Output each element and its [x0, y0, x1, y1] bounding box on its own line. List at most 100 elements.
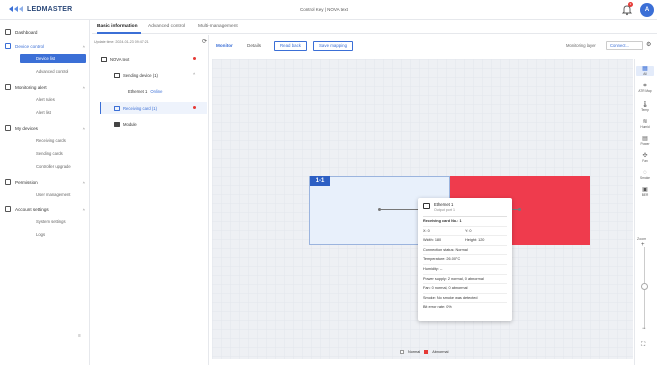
tooltip-position: X: 0 Y: 0 [423, 225, 507, 236]
tool-label: Temp [641, 108, 649, 112]
refresh-icon[interactable]: ⟳ [202, 38, 207, 45]
collapse-sidebar-icon[interactable]: ≡ [78, 333, 81, 339]
module-icon [114, 121, 120, 127]
online-status: Online [150, 88, 163, 94]
tree-node-sending-device[interactable]: Sending device (1) [114, 70, 158, 80]
connection-end-node [518, 208, 521, 211]
tooltip-connection: Connection status: Normal [423, 244, 507, 255]
device-tree-panel [92, 35, 209, 365]
tooltip-width: Width: 180 [423, 238, 442, 243]
details-link[interactable]: Details [247, 43, 261, 48]
tool-label: Smoke [640, 176, 650, 180]
tree-node-module[interactable]: Module [114, 119, 137, 129]
chevron-up-icon: ˄ [82, 84, 85, 90]
active-tab-indicator [97, 32, 141, 34]
zoom-slider-handle[interactable] [641, 282, 648, 290]
sending-device-icon [114, 72, 120, 78]
tab-multi-management[interactable]: Multi-management [198, 24, 238, 29]
fit-screen-icon[interactable]: ⛶ [641, 342, 645, 349]
card-number-tag: 1-1 [310, 176, 330, 186]
notification-badge: 3 [628, 2, 633, 7]
chevron-up-icon: ˄ [82, 179, 85, 185]
sidebar-subitem-user-management[interactable]: User management [20, 190, 86, 199]
sidebar-subitem-logs[interactable]: Logs [20, 230, 86, 239]
sidebar-subitem-receiving-cards[interactable]: Receiving cards [20, 136, 86, 145]
tool-label: Humid [640, 125, 650, 129]
read-back-button[interactable]: Read back [274, 41, 307, 51]
dashboard-icon [5, 29, 11, 35]
alarm-dot [193, 57, 196, 60]
sidebar-item-label: My devices [15, 125, 38, 131]
monitoring-layer-label: Monitoring layer [566, 43, 596, 48]
tab-advanced-control[interactable]: Advanced control [148, 24, 185, 29]
tab-basic-information[interactable]: Basic information [97, 24, 138, 29]
tree-node-label: Ethernet 1 [128, 88, 148, 94]
tool-smoke[interactable]: ◌ Smoke [636, 170, 654, 180]
tooltip-port-sub: Output port 1 [434, 208, 455, 212]
tree-node-ethernet[interactable]: Ethernet 1 Online [128, 86, 162, 96]
sidebar-subitem-advanced-control[interactable]: Advanced control [20, 67, 86, 76]
devices-icon [5, 125, 11, 131]
abnormal-swatch [424, 350, 429, 354]
current-project-title: Control Key | NOVA text [300, 7, 348, 12]
sidebar-item-account-settings[interactable]: Account settings ˄ [5, 204, 85, 214]
sidebar-subitem-sending-cards[interactable]: Sending cards [20, 149, 86, 158]
receiving-card-tooltip: Ethernet 1 Output port 1 Receiving card … [418, 198, 512, 321]
tool-power[interactable]: ▤ Power [636, 136, 654, 146]
receiving-card-icon [114, 105, 120, 111]
tool-label: Fan [642, 159, 648, 163]
connection-start-node [378, 208, 381, 211]
tool-atr-map[interactable]: ⌗ ATR Map [636, 83, 654, 93]
tooltip-smoke: Smoke: No smoke was detected [423, 292, 507, 303]
tree-node-label: Receiving card (1) [123, 105, 157, 111]
tooltip-power: Power supply: 2 normal, 0 abnormal [423, 273, 507, 284]
sidebar-item-dashboard[interactable]: Dashboard [5, 27, 85, 37]
chevron-up-icon: ˄ [82, 43, 85, 49]
tool-label: Power [640, 142, 650, 146]
zoom-out-icon[interactable]: − [642, 326, 646, 332]
tool-temperature[interactable]: 🌡 Temp [636, 102, 654, 112]
sidebar-item-permission[interactable]: Permission ˄ [5, 177, 85, 187]
tool-fan[interactable]: ✣ Fan [636, 153, 654, 163]
tree-node-label: Sending device (1) [123, 72, 158, 78]
monitoring-layer-select[interactable]: Connect... [606, 41, 643, 50]
app-logo[interactable]: LEDMASTER [8, 5, 72, 13]
update-time: Update time: 2024-01-23 09:47:21 [94, 40, 149, 44]
tool-label: BER [641, 193, 649, 197]
sidebar-item-my-devices[interactable]: My devices ˄ [5, 123, 85, 133]
sidebar-subitem-alert-list[interactable]: Alert list [20, 108, 86, 117]
logo-icon [9, 6, 23, 12]
tree-node-label: Module [123, 121, 137, 127]
sidebar-subitem-system-settings[interactable]: System settings [20, 217, 86, 226]
zoom-label: Zoom [637, 237, 647, 241]
sidebar-item-monitoring[interactable]: Monitoring alert ˄ [5, 82, 85, 92]
sidebar-subitem-device-list[interactable]: Device list [20, 54, 86, 63]
sidebar-item-label: Permission [15, 179, 38, 185]
tooltip-size: Width: 180 Height: 120 [423, 235, 507, 245]
tooltip-header: Ethernet 1 Output port 1 [423, 202, 507, 212]
sidebar-item-label: Account settings [15, 206, 49, 212]
tooltip-card-number: Receiving card No.: 1 [423, 216, 507, 226]
tree-node-receiving-card[interactable]: Receiving card (1) [114, 103, 157, 113]
tool-ber[interactable]: ▣ BER [636, 187, 654, 197]
save-mapping-button[interactable]: Save mapping [313, 41, 354, 51]
ethernet-port-icon [423, 203, 430, 209]
sidebar-item-device-control[interactable]: Device control ˄ [5, 41, 85, 51]
monitoring-icon [5, 84, 11, 90]
sidebar-subitem-controller-upgrade[interactable]: Controller upgrade [20, 162, 86, 171]
legend-normal-label: Normal [408, 350, 421, 354]
normal-swatch [400, 350, 404, 354]
tool-all[interactable]: ▦ All [636, 66, 654, 76]
device-control-icon [5, 43, 11, 49]
tooltip-temperature: Temperature: 26.00°C [423, 254, 507, 264]
tool-humidity[interactable]: ≋ Humid [636, 119, 654, 129]
monitor-link[interactable]: Monitor [216, 43, 233, 48]
tree-node-root[interactable]: NOVA text [101, 54, 129, 64]
account-icon [5, 206, 11, 212]
chevron-up-icon[interactable]: ˄ [193, 71, 195, 76]
settings-icon[interactable]: ⚙ [646, 41, 651, 48]
user-avatar[interactable]: A [640, 3, 654, 17]
sidebar-subitem-alert-rules[interactable]: Alert rules [20, 95, 86, 104]
legend-abnormal-label: Abnormal [432, 350, 449, 354]
permission-icon [5, 179, 11, 185]
